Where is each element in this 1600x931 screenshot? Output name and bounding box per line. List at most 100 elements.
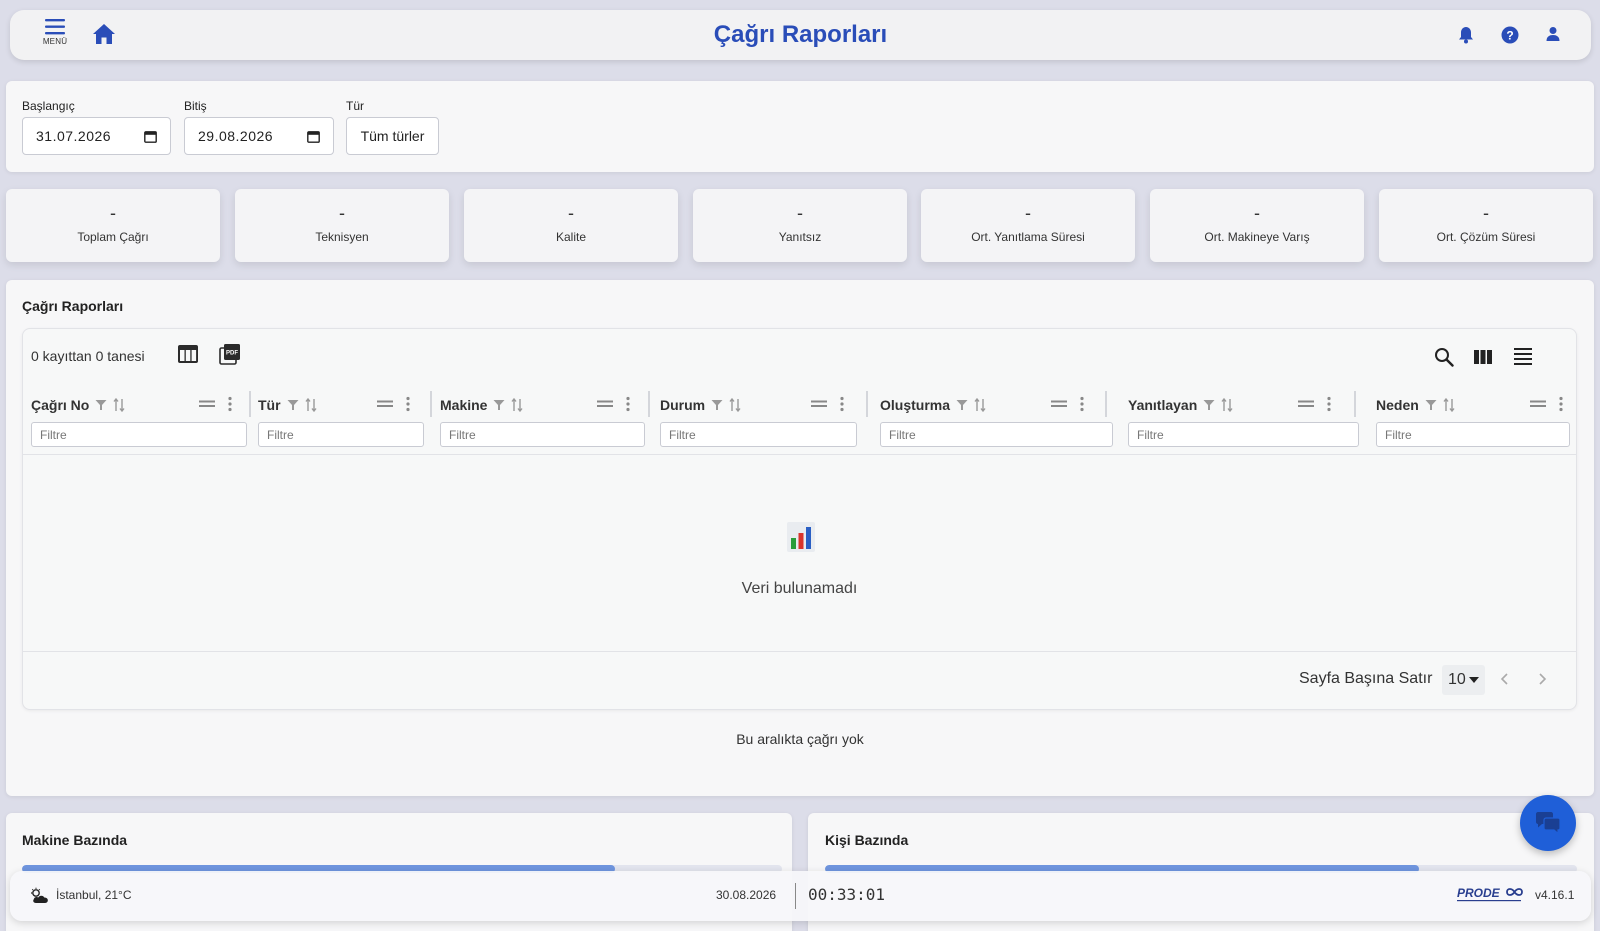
drag-handle-icon[interactable]: [811, 400, 827, 408]
profile-button[interactable]: [1546, 26, 1560, 47]
column-filter-type[interactable]: Filtre: [258, 422, 424, 447]
calendar-icon[interactable]: [307, 130, 320, 143]
column-filter-call-no[interactable]: Filtre: [31, 422, 247, 447]
column-filter-responder[interactable]: Filtre: [1128, 422, 1359, 447]
stat-card-unanswered: - Yanıtsız: [693, 189, 907, 262]
stat-card-avg-response: - Ort. Yanıtlama Süresi: [921, 189, 1135, 262]
column-header-call-no[interactable]: Çağrı No: [31, 395, 247, 415]
column-filter-status[interactable]: Filtre: [660, 422, 857, 447]
help-button[interactable]: ?: [1501, 26, 1519, 49]
app-version: v4.16.1: [1535, 888, 1575, 902]
column-separator[interactable]: [1105, 391, 1107, 417]
drag-handle-icon[interactable]: [199, 400, 215, 408]
column-filter-created[interactable]: Filtre: [880, 422, 1113, 447]
filter-icon[interactable]: [95, 399, 107, 411]
column-filter-reason[interactable]: Filtre: [1376, 422, 1570, 447]
filter-icon[interactable]: [1425, 399, 1437, 411]
stat-label: Ort. Yanıtlama Süresi: [971, 230, 1085, 244]
column-header-created[interactable]: Oluşturma: [880, 395, 1098, 415]
stat-value: -: [1025, 203, 1031, 223]
footer-divider: [795, 883, 796, 909]
column-separator[interactable]: [1354, 391, 1356, 417]
stat-value: -: [110, 203, 116, 223]
column-menu-icon[interactable]: [1326, 396, 1332, 412]
caret-down-icon: [1469, 677, 1479, 683]
end-date-input[interactable]: 29.08.2026: [184, 117, 334, 155]
column-header-status[interactable]: Durum: [660, 395, 858, 415]
top-bar: MENÜ Çağrı Raporları ?: [10, 10, 1591, 60]
column-separator[interactable]: [430, 391, 432, 417]
column-name: Yanıtlayan: [1128, 397, 1198, 413]
stat-label: Toplam Çağrı: [77, 230, 149, 244]
notifications-button[interactable]: [1458, 26, 1474, 49]
columns-icon[interactable]: [1473, 349, 1493, 365]
sort-icon[interactable]: [511, 398, 524, 412]
drag-handle-icon[interactable]: [1051, 400, 1067, 408]
machine-breakdown-title: Makine Bazında: [22, 832, 128, 848]
column-header-machine[interactable]: Makine: [440, 395, 644, 415]
reports-table: 0 kayıttan 0 tanesi PDF Çağrı No Tür Mak…: [22, 328, 1577, 710]
person-breakdown-title: Kişi Bazında: [825, 832, 909, 848]
start-date-input[interactable]: 31.07.2026: [22, 117, 171, 155]
drag-handle-icon[interactable]: [597, 400, 613, 408]
sort-icon[interactable]: [113, 398, 125, 412]
sort-icon[interactable]: [1221, 398, 1233, 412]
density-icon[interactable]: [1513, 346, 1533, 366]
rows-per-page-select[interactable]: 10: [1442, 665, 1485, 695]
filter-icon[interactable]: [711, 399, 723, 411]
stat-label: Ort. Makineye Varış: [1204, 230, 1310, 244]
drag-handle-icon[interactable]: [1530, 400, 1546, 408]
page-title: Çağrı Raporları: [713, 21, 888, 48]
search-icon[interactable]: [1434, 347, 1454, 367]
column-name: Çağrı No: [31, 397, 90, 413]
column-filter-machine[interactable]: Filtre: [440, 422, 645, 447]
column-name: Neden: [1376, 397, 1419, 413]
column-menu-icon[interactable]: [405, 396, 411, 412]
column-header-type[interactable]: Tür: [258, 395, 426, 415]
sort-icon[interactable]: [974, 398, 986, 412]
calendar-icon[interactable]: [144, 130, 157, 143]
column-separator[interactable]: [866, 391, 868, 417]
prodeo-logo: PRODE: [1457, 886, 1523, 902]
filter-icon[interactable]: [1203, 399, 1215, 411]
column-header-responder[interactable]: Yanıtlayan: [1128, 395, 1346, 415]
column-header-reason[interactable]: Neden: [1376, 395, 1572, 415]
filter-icon[interactable]: [287, 399, 299, 411]
stat-value: -: [568, 203, 574, 223]
previous-page-icon[interactable]: [1500, 672, 1510, 686]
record-count: 0 kayıttan 0 tanesi: [31, 348, 145, 364]
end-date-value: 29.08.2026: [198, 128, 274, 144]
pdf-export-icon[interactable]: PDF: [219, 343, 241, 365]
column-menu-icon[interactable]: [625, 396, 631, 412]
column-name: Durum: [660, 397, 706, 413]
stat-label: Ort. Çözüm Süresi: [1436, 230, 1536, 244]
stat-value: -: [1483, 203, 1489, 223]
table-empty-state: Veri bulunamadı: [23, 454, 1576, 652]
sort-icon[interactable]: [1443, 398, 1455, 412]
table-export-icon[interactable]: [177, 344, 199, 364]
sort-icon[interactable]: [729, 398, 741, 412]
column-menu-icon[interactable]: [839, 396, 845, 412]
filter-icon[interactable]: [493, 399, 505, 411]
footer-date: 30.08.2026: [716, 888, 777, 902]
chat-button[interactable]: [1520, 795, 1576, 851]
column-separator[interactable]: [648, 391, 650, 417]
drag-handle-icon[interactable]: [1298, 400, 1314, 408]
stat-value: -: [797, 203, 803, 223]
next-page-icon[interactable]: [1537, 672, 1547, 686]
filter-icon[interactable]: [956, 399, 968, 411]
bar-chart-icon: [787, 522, 815, 552]
drag-handle-icon[interactable]: [377, 400, 393, 408]
column-menu-icon[interactable]: [1558, 396, 1564, 412]
weather-text: İstanbul, 21°C: [56, 888, 132, 902]
svg-text:PDF: PDF: [226, 351, 238, 357]
column-separator[interactable]: [249, 391, 251, 417]
end-date-label: Bitiş: [184, 99, 207, 113]
filter-panel: Başlangıç 31.07.2026 Bitiş 29.08.2026 Tü…: [6, 81, 1594, 172]
type-select-button[interactable]: Tüm türler: [346, 117, 439, 155]
stat-label: Kalite: [555, 230, 587, 244]
column-menu-icon[interactable]: [227, 396, 233, 412]
column-menu-icon[interactable]: [1079, 396, 1085, 412]
stat-label: Teknisyen: [315, 230, 369, 244]
sort-icon[interactable]: [305, 398, 317, 412]
